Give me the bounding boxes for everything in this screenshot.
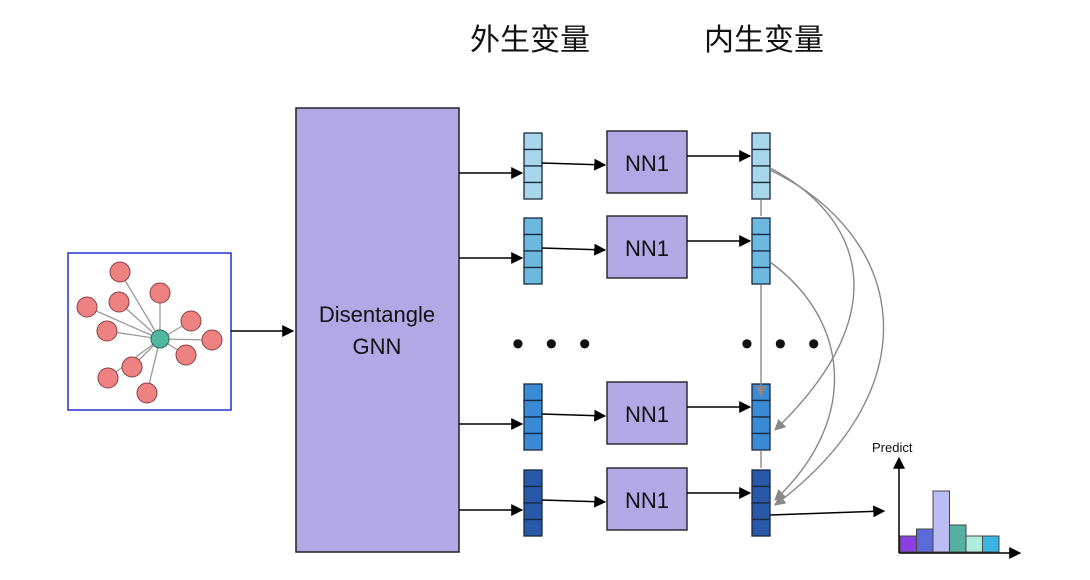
- factor-rows: NN1 NN1 NN1 NN1: [459, 130, 771, 537]
- exogenous-to-nn-arrow: [541, 243, 607, 256]
- exogenous-vector-cell: [523, 233, 543, 252]
- nn1-label: NN1: [625, 236, 669, 261]
- exogenous-variables-header: 外生变量: [470, 23, 590, 58]
- graph-node: [96, 320, 118, 342]
- gnn-label-line2: GNN: [353, 334, 402, 359]
- endogenous-vector-cell: [751, 469, 771, 488]
- endogenous-vector-cell: [751, 416, 771, 435]
- endogenous-vector-cell: [751, 250, 771, 269]
- histogram-bar: [965, 535, 983, 553]
- graph-node: [201, 329, 223, 351]
- graph-node: [136, 382, 158, 404]
- output-to-predict-arrow: [769, 505, 886, 518]
- exogenous-vector-cell: [523, 148, 543, 167]
- exogenous-vector-cell: [523, 432, 543, 451]
- causal-link-curve: [769, 261, 836, 501]
- graph-center-node: [150, 329, 170, 349]
- gnn-rect: [295, 107, 460, 553]
- endogenous-vector-cell: [751, 132, 771, 151]
- factor-row: NN1: [459, 215, 771, 285]
- graph-node: [121, 356, 143, 378]
- graph-node: [109, 261, 131, 283]
- exogenous-vector-cell: [523, 165, 543, 184]
- exogenous-vector-cell: [523, 181, 543, 200]
- exogenous-vector-cell: [523, 132, 543, 151]
- histogram-bar: [899, 535, 917, 553]
- endogenous-vector-cell: [751, 217, 771, 236]
- exogenous-vector-cell: [523, 416, 543, 435]
- exogenous-vector-cell: [523, 383, 543, 402]
- factor-row: NN1: [459, 381, 771, 451]
- predict-label: Predict: [872, 440, 913, 455]
- exogenous-to-nn-arrow: [541, 495, 607, 508]
- histogram-bar: [916, 528, 934, 553]
- graph-node: [180, 310, 202, 332]
- graph-node: [149, 282, 171, 304]
- histogram-bars: [899, 490, 1000, 553]
- endogenous-vector-cell: [751, 165, 771, 184]
- endogenous-vector-cell: [751, 399, 771, 418]
- factor-row: NN1: [459, 130, 771, 200]
- exogenous-vector-cell: [523, 518, 543, 537]
- exogenous-vector-cell: [523, 250, 543, 269]
- histogram-bar: [932, 490, 950, 553]
- exogenous-vector-cell: [523, 485, 543, 504]
- exogenous-to-nn-arrow: [541, 158, 607, 171]
- endogenous-vector-cell: [751, 233, 771, 252]
- causal-link-curve: [769, 167, 855, 431]
- endogenous-vector-cell: [751, 502, 771, 521]
- endogenous-vector-cell: [751, 148, 771, 167]
- nn1-label: NN1: [625, 488, 669, 513]
- causal-disentangle-diagram: 外生变量 内生变量 Disentangle GNN NN1 NN1 NN1 NN1 •…: [67, 23, 1022, 559]
- exogenous-vector-cell: [523, 217, 543, 236]
- graph-node: [108, 291, 130, 313]
- gnn-label-line1: Disentangle: [319, 302, 435, 327]
- exogenous-vector-cell: [523, 399, 543, 418]
- graph-node: [175, 344, 197, 366]
- factor-row: NN1: [459, 467, 771, 537]
- histogram-bar: [982, 535, 1000, 553]
- endogenous-ellipsis: • • •: [741, 325, 826, 363]
- histogram-bar: [949, 524, 967, 553]
- nn1-label: NN1: [625, 402, 669, 427]
- exogenous-vector-cell: [523, 266, 543, 285]
- exogenous-vector-cell: [523, 502, 543, 521]
- endogenous-vector-cell: [751, 432, 771, 451]
- graph-node: [76, 296, 98, 318]
- endogenous-vector-cell: [751, 266, 771, 285]
- endogenous-vector-cell: [751, 181, 771, 200]
- input-graph: [67, 252, 232, 411]
- graph-node: [97, 367, 119, 389]
- exogenous-vector-cell: [523, 469, 543, 488]
- endogenous-variables-header: 内生变量: [704, 23, 824, 58]
- exogenous-ellipsis: • • •: [512, 325, 597, 363]
- endogenous-vector-cell: [751, 485, 771, 504]
- nn1-label: NN1: [625, 151, 669, 176]
- exogenous-to-nn-arrow: [541, 409, 607, 422]
- endogenous-vector-cell: [751, 518, 771, 537]
- predict-histogram: Predict: [872, 440, 1022, 559]
- disentangle-gnn-block: Disentangle GNN: [295, 107, 460, 553]
